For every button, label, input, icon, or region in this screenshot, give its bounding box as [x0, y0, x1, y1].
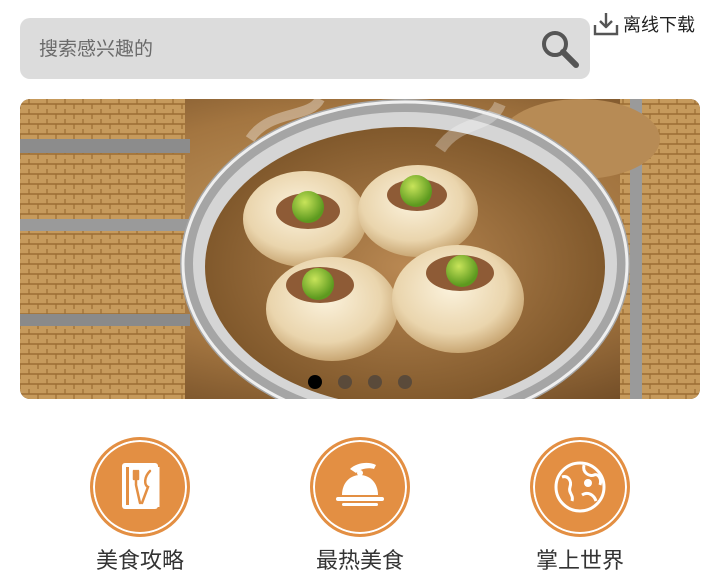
search-icon[interactable]: [538, 27, 582, 71]
offline-download-label: 离线下载: [623, 15, 695, 36]
search-bar[interactable]: [20, 18, 590, 79]
category-circle: [530, 437, 630, 537]
search-input[interactable]: [20, 18, 538, 79]
category-nav: 美食攻略 最热美食 掌上世界: [0, 437, 720, 585]
category-label: 掌上世界: [535, 549, 624, 574]
category-hot-food[interactable]: 最热美食: [290, 437, 430, 575]
category-circle: [90, 437, 190, 537]
carousel-dot-3[interactable]: [368, 375, 382, 389]
banner-carousel[interactable]: [20, 99, 700, 399]
category-circle: [310, 437, 410, 537]
recipe-book-icon: [122, 463, 160, 509]
carousel-dot-4[interactable]: [398, 375, 412, 389]
serving-cloche-icon: [336, 462, 384, 506]
carousel-dot-1[interactable]: [308, 375, 322, 389]
carousel-dots: [20, 375, 700, 389]
category-food-guide[interactable]: 美食攻略: [70, 437, 210, 575]
globe-icon: [554, 461, 606, 513]
category-label: 最热美食: [315, 549, 404, 574]
category-world[interactable]: 掌上世界: [510, 437, 650, 575]
offline-download-button[interactable]: 离线下载: [592, 10, 695, 38]
category-label: 美食攻略: [95, 549, 184, 574]
carousel-dot-2[interactable]: [338, 375, 352, 389]
banner-image[interactable]: [20, 99, 700, 399]
download-icon: [593, 13, 619, 36]
home-page: 离线下载: [0, 0, 720, 585]
